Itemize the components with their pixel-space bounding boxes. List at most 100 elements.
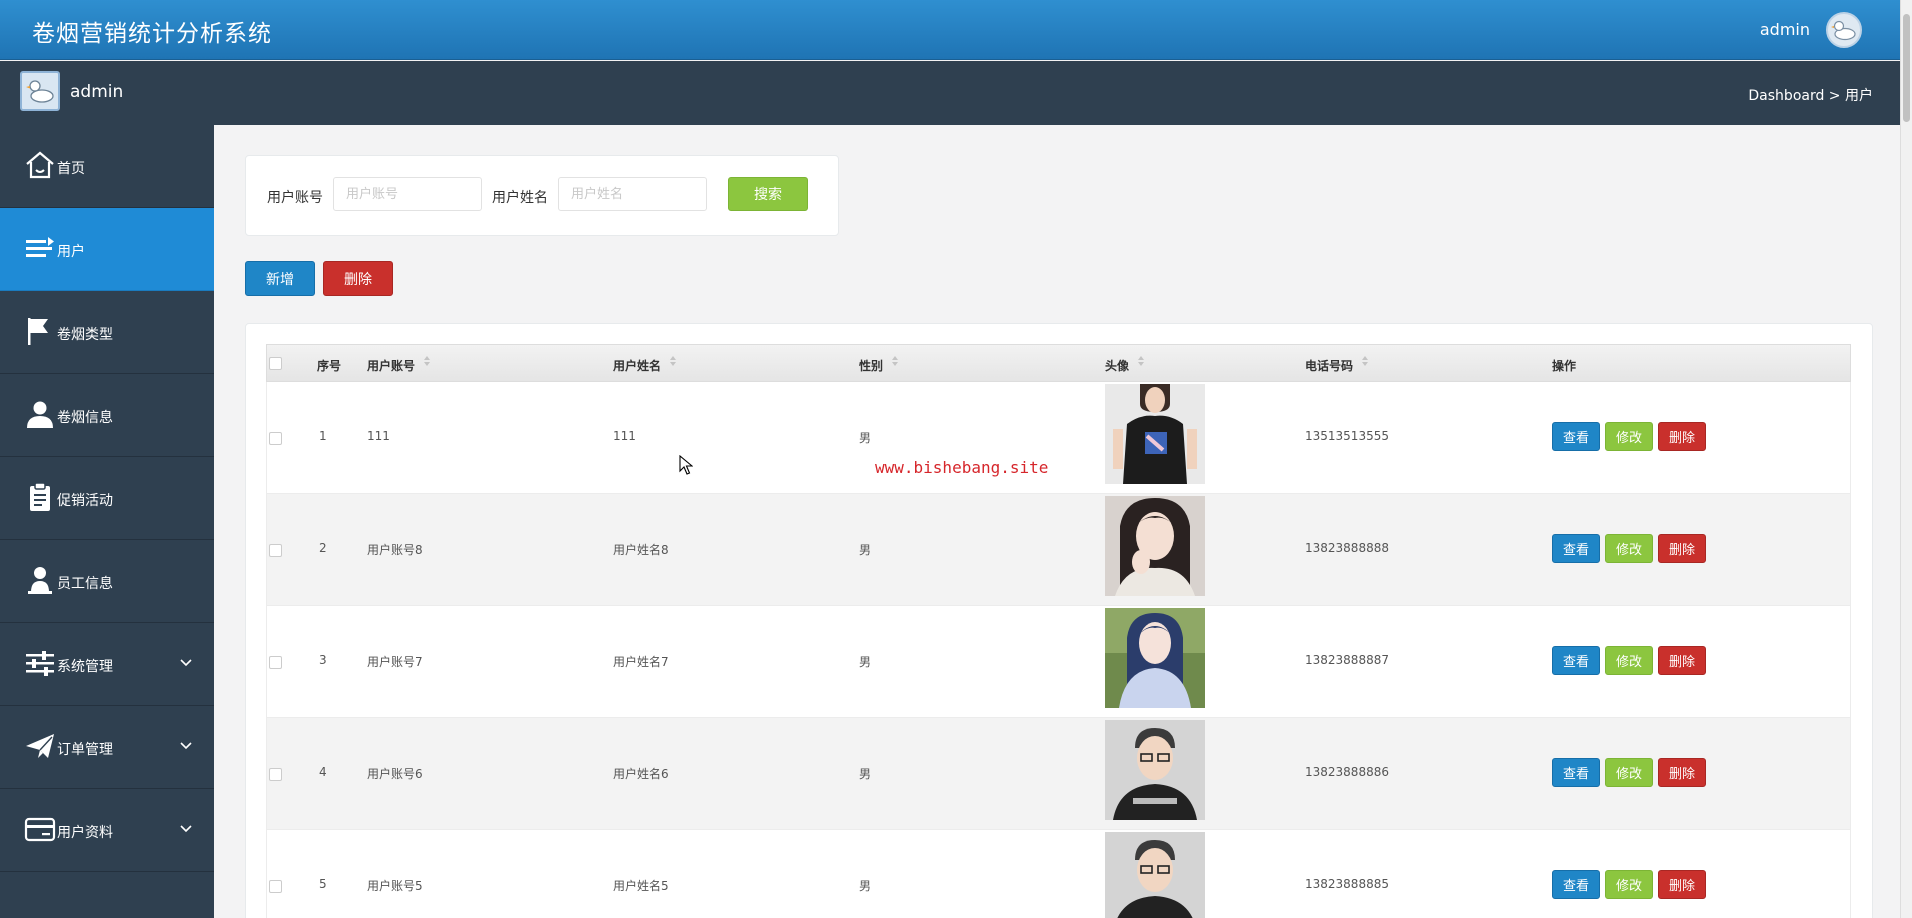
column-header-index: 序号 [317, 359, 342, 373]
row-gender: 男 [859, 543, 872, 557]
user-bar: admin Dashboard > 用户 [0, 61, 1900, 125]
flag-icon [28, 318, 48, 345]
header-username[interactable]: admin [1760, 20, 1810, 39]
row-gender: 男 [859, 655, 872, 669]
sidebar-item-promotions[interactable]: 促销活动 [0, 457, 214, 540]
sidebar-item-system[interactable]: 系统管理 [0, 623, 214, 706]
sidebar-item-orders[interactable]: 订单管理 [0, 706, 214, 789]
scrollbar-thumb[interactable] [1903, 14, 1910, 122]
search-panel: 用户账号 用户姓名 搜索 [245, 155, 839, 236]
watermark-text: www.bishebang.site [875, 458, 1049, 477]
delete-button[interactable]: 删除 [1658, 758, 1706, 787]
column-header-phone[interactable]: 电话号码 [1305, 357, 1353, 374]
row-index: 3 [319, 653, 327, 667]
view-button[interactable]: 查看 [1552, 646, 1600, 675]
row-name: 111 [613, 429, 636, 443]
sort-icon[interactable] [669, 355, 677, 367]
row-phone: 13823888887 [1305, 653, 1389, 667]
user-avatar-image[interactable] [1105, 384, 1205, 484]
user-avatar-image[interactable] [1105, 832, 1205, 918]
app-title: 卷烟营销统计分析系统 [32, 21, 272, 47]
breadcrumb[interactable]: Dashboard > 用户 [1748, 85, 1873, 105]
top-header: 卷烟营销统计分析系统 admin [0, 0, 1900, 60]
row-checkbox[interactable] [269, 544, 282, 557]
person-icon [28, 567, 52, 594]
sidebar-item-label: 卷烟类型 [57, 327, 113, 343]
column-header-actions: 操作 [1552, 359, 1577, 373]
row-name: 用户姓名5 [613, 879, 669, 893]
sidebar-item-cigarette-types[interactable]: 卷烟类型 [0, 291, 214, 374]
sidebar-item-label: 首页 [57, 161, 85, 177]
column-header-account[interactable]: 用户账号 [367, 357, 415, 374]
duck-icon [26, 80, 54, 103]
user-avatar[interactable] [20, 71, 60, 111]
edit-button[interactable]: 修改 [1605, 870, 1653, 899]
row-account: 用户账号8 [367, 543, 423, 557]
row-gender: 男 [859, 879, 872, 893]
user-avatar-image[interactable] [1105, 608, 1205, 708]
sidebar-item-home[interactable]: 首页 [0, 125, 214, 208]
sort-icon[interactable] [423, 355, 431, 367]
sidebar-item-label: 卷烟信息 [57, 410, 113, 426]
view-button[interactable]: 查看 [1552, 534, 1600, 563]
row-account: 用户账号5 [367, 879, 423, 893]
column-header-avatar[interactable]: 头像 [1105, 357, 1129, 374]
sidebar-item-users[interactable]: 用户 [0, 208, 214, 291]
row-name: 用户姓名6 [613, 767, 669, 781]
sidebar-item-label: 用户 [57, 244, 85, 260]
row-index: 2 [319, 541, 327, 555]
home-icon [26, 151, 54, 179]
row-phone: 13823888885 [1305, 877, 1389, 891]
user-avatar-image[interactable] [1105, 496, 1205, 596]
account-search-input[interactable] [333, 177, 482, 211]
sort-icon[interactable] [891, 355, 899, 367]
view-button[interactable]: 查看 [1552, 870, 1600, 899]
row-name: 用户姓名8 [613, 543, 669, 557]
page-scrollbar[interactable] [1900, 0, 1912, 918]
user-avatar-image[interactable] [1105, 720, 1205, 820]
edit-button[interactable]: 修改 [1605, 758, 1653, 787]
column-header-gender[interactable]: 性别 [859, 357, 883, 374]
edit-button[interactable]: 修改 [1605, 534, 1653, 563]
sort-icon[interactable] [1361, 355, 1369, 367]
sidebar: 首页 用户 卷烟类型 卷烟信息 促销活动 员工信息 系统管理 订单管理 用户资料 [0, 125, 214, 918]
column-header-name[interactable]: 用户姓名 [613, 357, 661, 374]
table-row: 2 用户账号8 用户姓名8 男 13823888888 查看 修改 删除 [266, 494, 1851, 606]
account-label: 用户账号 [267, 190, 323, 206]
view-button[interactable]: 查看 [1552, 422, 1600, 451]
sliders-icon [26, 651, 54, 676]
row-account: 用户账号7 [367, 655, 423, 669]
list-icon [26, 237, 54, 257]
header-avatar[interactable] [1826, 12, 1862, 48]
row-gender: 男 [859, 767, 872, 781]
sidebar-item-profile[interactable]: 用户资料 [0, 789, 214, 872]
name-search-input[interactable] [558, 177, 707, 211]
search-button[interactable]: 搜索 [728, 177, 808, 211]
delete-button[interactable]: 删除 [1658, 870, 1706, 899]
clipboard-icon [30, 482, 50, 511]
paper-plane-icon [26, 734, 54, 758]
delete-button[interactable]: 删除 [1658, 646, 1706, 675]
select-all-checkbox[interactable] [269, 357, 282, 370]
sidebar-item-cigarette-info[interactable]: 卷烟信息 [0, 374, 214, 457]
edit-button[interactable]: 修改 [1605, 422, 1653, 451]
duck-icon [1831, 20, 1856, 41]
row-phone: 13513513555 [1305, 429, 1389, 443]
chevron-down-icon [180, 742, 192, 750]
row-checkbox[interactable] [269, 768, 282, 781]
delete-button[interactable]: 删除 [1658, 534, 1706, 563]
sort-icon[interactable] [1137, 355, 1145, 367]
sidebar-item-label: 系统管理 [57, 659, 113, 675]
batch-delete-button[interactable]: 删除 [323, 261, 393, 296]
view-button[interactable]: 查看 [1552, 758, 1600, 787]
row-checkbox[interactable] [269, 432, 282, 445]
chevron-down-icon [180, 825, 192, 833]
delete-button[interactable]: 删除 [1658, 422, 1706, 451]
sidebar-item-staff[interactable]: 员工信息 [0, 540, 214, 623]
add-button[interactable]: 新增 [245, 261, 315, 296]
row-checkbox[interactable] [269, 656, 282, 669]
edit-button[interactable]: 修改 [1605, 646, 1653, 675]
row-index: 4 [319, 765, 327, 779]
row-checkbox[interactable] [269, 880, 282, 893]
table-row: 5 用户账号5 用户姓名5 男 13823888885 查看 修改 删除 [266, 830, 1851, 918]
